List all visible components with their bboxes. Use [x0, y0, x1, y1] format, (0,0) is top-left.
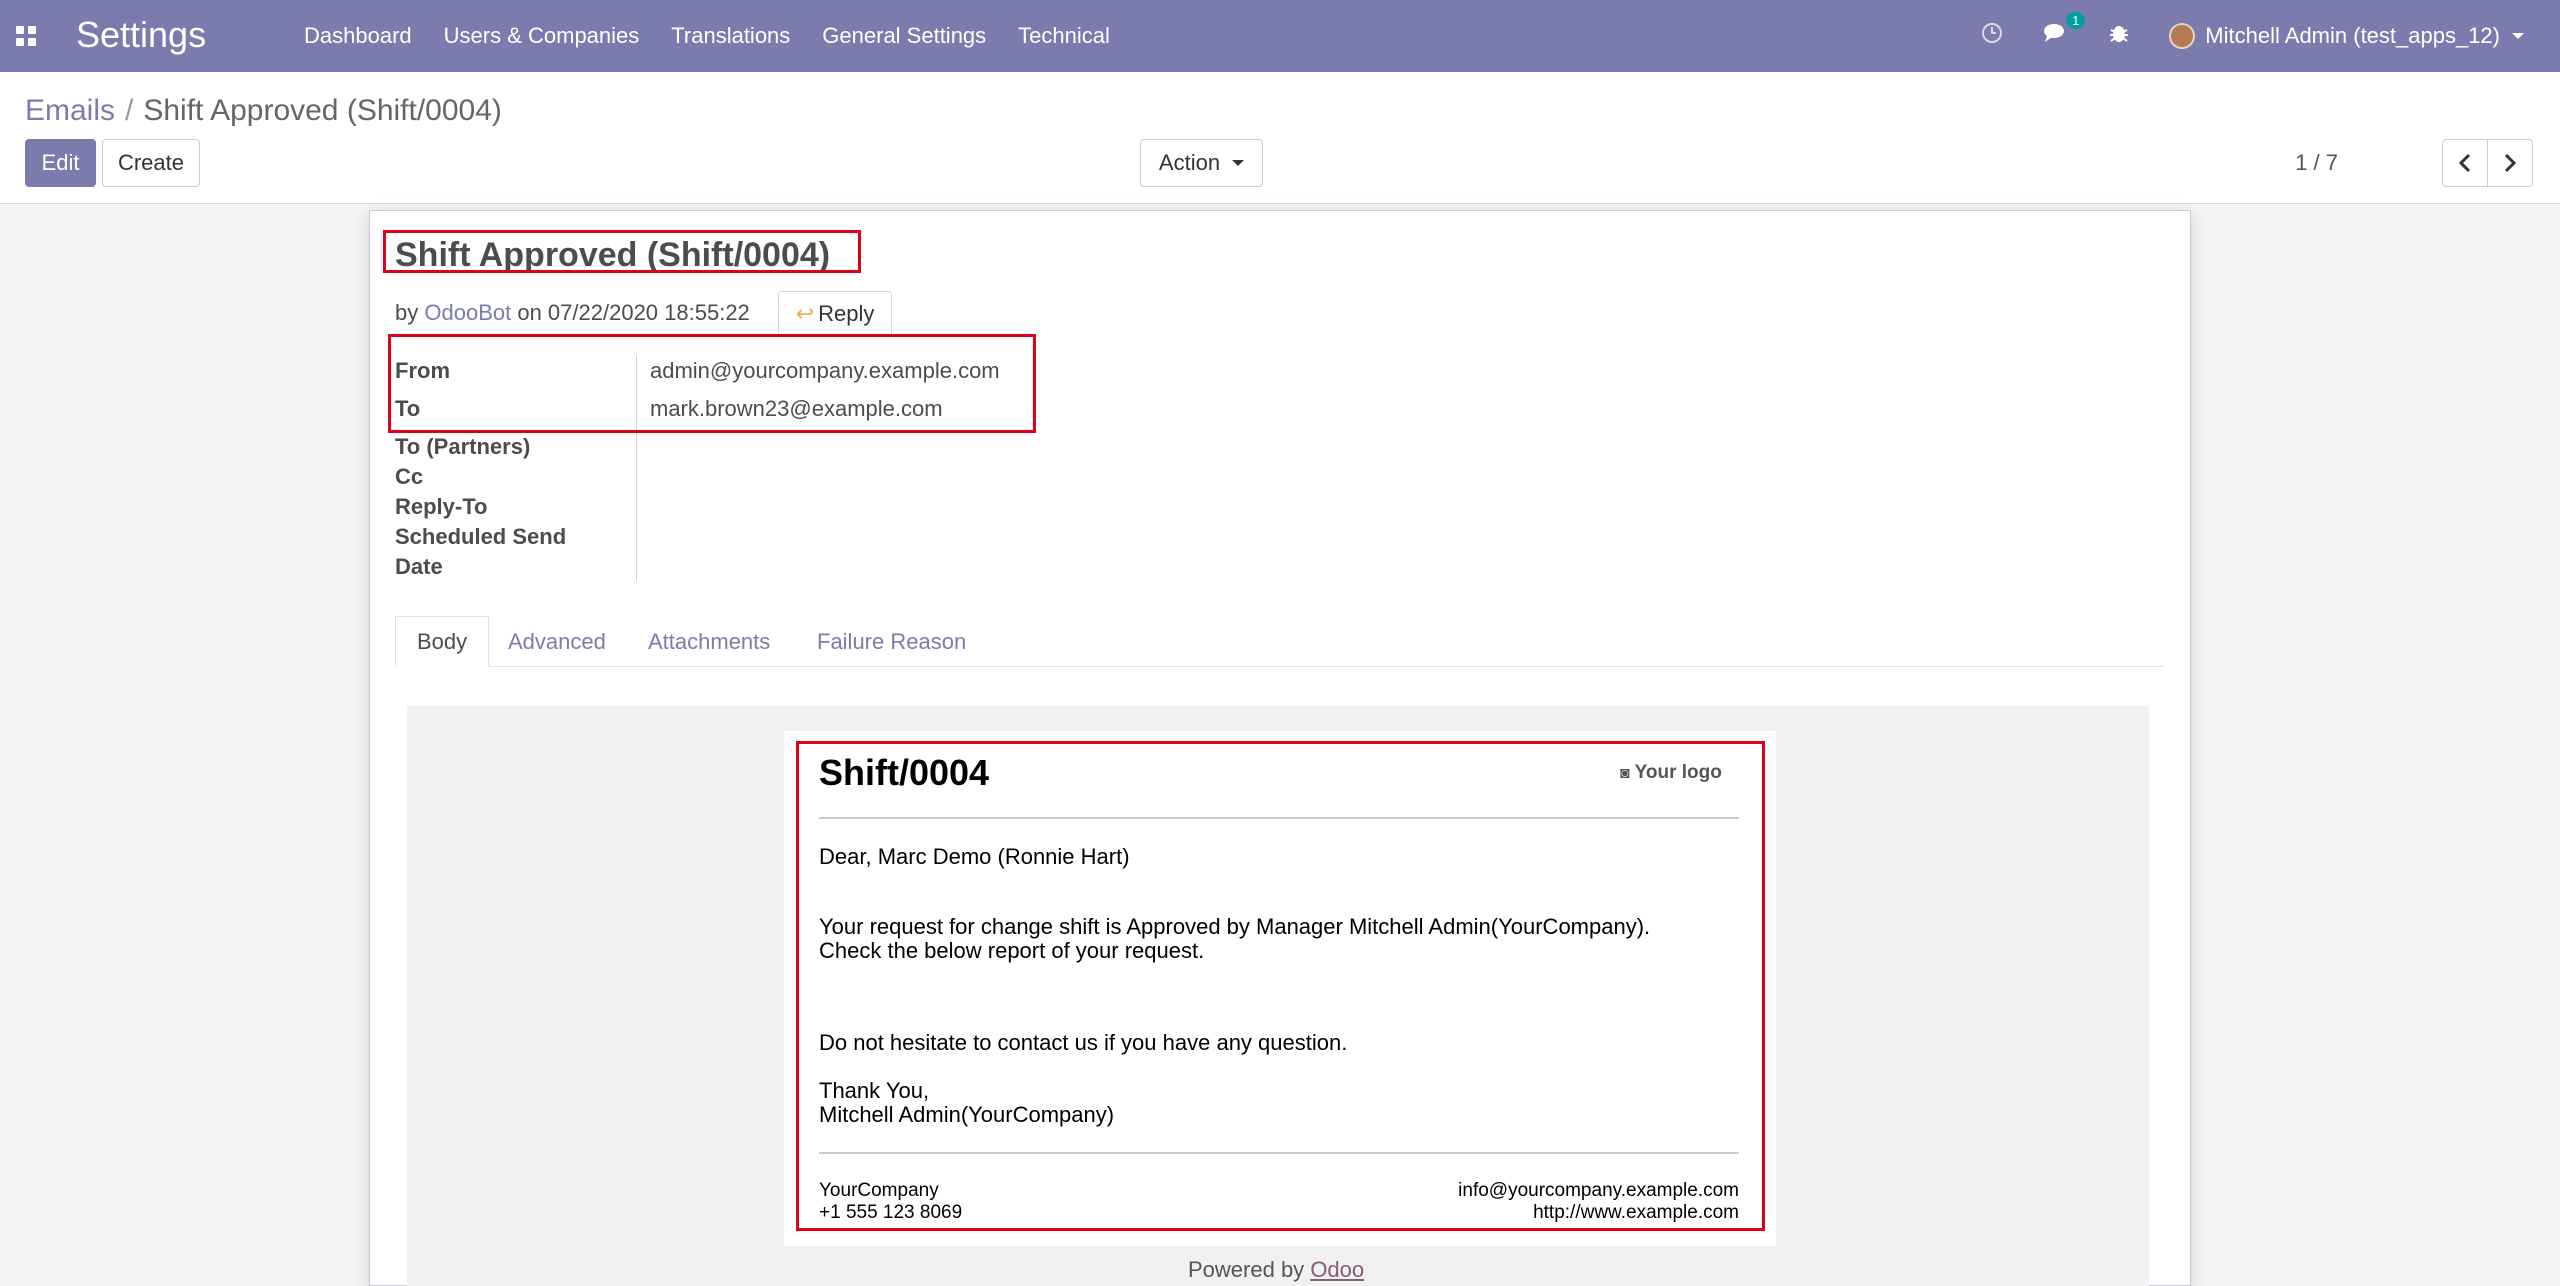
- menu-dashboard[interactable]: Dashboard: [304, 23, 412, 49]
- chevron-down-icon: [1232, 160, 1245, 166]
- create-button[interactable]: Create: [102, 139, 200, 187]
- pager-previous-button[interactable]: [2442, 139, 2488, 187]
- field-label-scheduled-send: Scheduled Send: [395, 524, 567, 549]
- pager-next-button[interactable]: [2487, 139, 2533, 187]
- breadcrumb-current: Shift Approved (Shift/0004): [143, 94, 502, 127]
- reply-label: Reply: [818, 301, 875, 326]
- top-navbar: Settings Dashboard Users & Companies Tra…: [0, 0, 2560, 72]
- chevron-left-icon: [2458, 153, 2471, 173]
- powered-by: Powered by Odoo: [1188, 1257, 1364, 1283]
- action-dropdown[interactable]: Action: [1140, 139, 1263, 187]
- avatar: [2169, 23, 2196, 49]
- chevron-right-icon: [2504, 153, 2517, 173]
- odoo-link[interactable]: Odoo: [1310, 1257, 1364, 1282]
- tab-attachments[interactable]: Attachments: [627, 616, 791, 667]
- user-menu[interactable]: Mitchell Admin (test_apps_12): [2169, 23, 2524, 49]
- menu-general-settings[interactable]: General Settings: [822, 23, 986, 49]
- message-date: on 07/22/2020 18:55:22: [517, 300, 750, 325]
- reply-button[interactable]: ↩ Reply: [778, 291, 892, 337]
- powered-by-text: Powered by: [1188, 1257, 1305, 1282]
- breadcrumb-separator: /: [125, 94, 134, 127]
- edit-button[interactable]: Edit: [25, 139, 96, 187]
- systray: 1 Mitchell Admin (test_apps_12): [1981, 0, 2560, 72]
- chat-icon[interactable]: 1: [2043, 12, 2086, 50]
- menu-technical[interactable]: Technical: [1018, 23, 1110, 49]
- menu-users-companies[interactable]: Users & Companies: [444, 23, 640, 49]
- bug-icon[interactable]: [2109, 22, 2129, 50]
- action-label: Action: [1158, 150, 1221, 175]
- chevron-down-icon: [2512, 33, 2524, 39]
- reply-icon: ↩: [795, 301, 815, 326]
- app-title: Settings: [76, 14, 207, 55]
- highlight-box-subject: [383, 230, 861, 273]
- tab-body[interactable]: Body: [395, 616, 490, 667]
- byline-by: by: [395, 300, 419, 325]
- main-menu: Dashboard Users & Companies Translations…: [304, 0, 1142, 72]
- pager-value[interactable]: 1 / 7: [2295, 150, 2338, 176]
- field-label-reply-to: Reply-To: [395, 494, 488, 519]
- apps-menu-icon[interactable]: [16, 26, 36, 46]
- highlight-box-email: [796, 741, 1765, 1231]
- field-label-cc: Cc: [395, 464, 424, 489]
- field-label-to-partners: To (Partners): [395, 434, 531, 459]
- field-label-date: Date: [395, 554, 443, 579]
- breadcrumb: Emails / Shift Approved (Shift/0004): [25, 94, 502, 128]
- breadcrumb-emails-link[interactable]: Emails: [25, 94, 115, 127]
- clock-icon[interactable]: [1981, 22, 2003, 50]
- author-link[interactable]: OdooBot: [424, 300, 511, 325]
- menu-translations[interactable]: Translations: [671, 23, 790, 49]
- user-name: Mitchell Admin (test_apps_12): [2205, 23, 2500, 48]
- message-byline: by OdooBot on 07/22/2020 18:55:22: [395, 300, 750, 326]
- tab-failure-reason[interactable]: Failure Reason: [796, 616, 987, 667]
- chat-badge: 1: [2066, 12, 2086, 29]
- highlight-box-from-to: [388, 334, 1036, 433]
- tab-advanced[interactable]: Advanced: [487, 616, 627, 667]
